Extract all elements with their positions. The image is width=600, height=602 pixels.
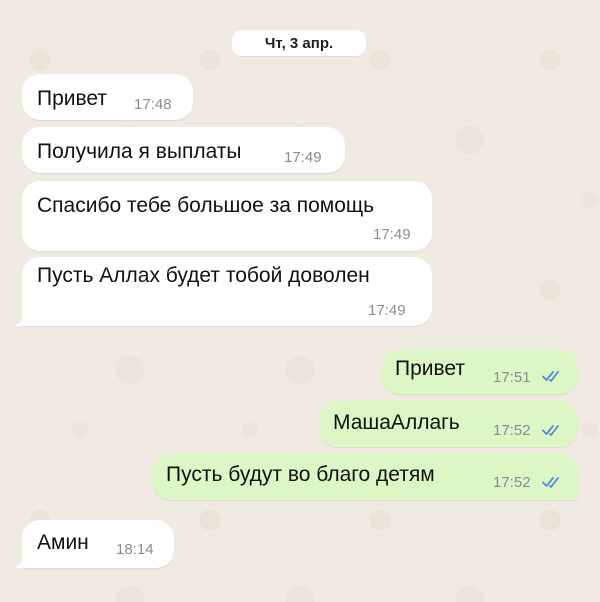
incoming-message[interactable]: Амин 18:14 bbox=[22, 520, 174, 568]
message-text: Привет bbox=[395, 357, 466, 380]
message-text: МашаАллагь bbox=[333, 411, 460, 434]
double-check-icon bbox=[542, 477, 559, 488]
message-time: 17:51 bbox=[493, 369, 531, 386]
incoming-message[interactable]: Пусть Аллах будет тобой доволен 17:49 bbox=[22, 257, 432, 326]
message-text: Пусть Аллах будет тобой доволен bbox=[37, 264, 370, 287]
incoming-message[interactable]: Привет 17:48 bbox=[22, 74, 193, 120]
outgoing-message[interactable]: Пусть будут во благо детям 17:52 bbox=[153, 454, 578, 500]
message-text: Амин bbox=[37, 531, 89, 554]
date-separator: Чт, 3 апр. bbox=[232, 30, 366, 56]
message-time: 17:49 bbox=[373, 226, 411, 243]
outgoing-message[interactable]: МашаАллагь 17:52 bbox=[320, 401, 578, 447]
incoming-message[interactable]: Спасибо тебе большое за помощь 17:49 bbox=[22, 181, 432, 251]
message-text: Привет bbox=[37, 87, 108, 110]
message-time: 17:52 bbox=[493, 474, 531, 491]
message-time: 17:49 bbox=[284, 149, 322, 166]
message-time: 17:52 bbox=[493, 422, 531, 439]
message-text: Пусть будут во благо детям bbox=[166, 463, 435, 486]
message-text: Получила я выплаты bbox=[37, 140, 242, 163]
outgoing-message[interactable]: Привет 17:51 bbox=[382, 349, 578, 394]
message-text: Спасибо тебе большое за помощь bbox=[37, 194, 375, 217]
message-time: 18:14 bbox=[116, 541, 154, 558]
double-check-icon bbox=[542, 425, 559, 436]
date-label: Чт, 3 апр. bbox=[264, 34, 334, 52]
incoming-message[interactable]: Получила я выплаты 17:49 bbox=[22, 127, 345, 173]
double-check-icon bbox=[542, 371, 559, 382]
chat-view: Чт, 3 апр. Привет 17:48 Получила я выпла… bbox=[0, 0, 600, 602]
message-time: 17:48 bbox=[134, 96, 172, 113]
message-time: 17:49 bbox=[368, 302, 406, 319]
